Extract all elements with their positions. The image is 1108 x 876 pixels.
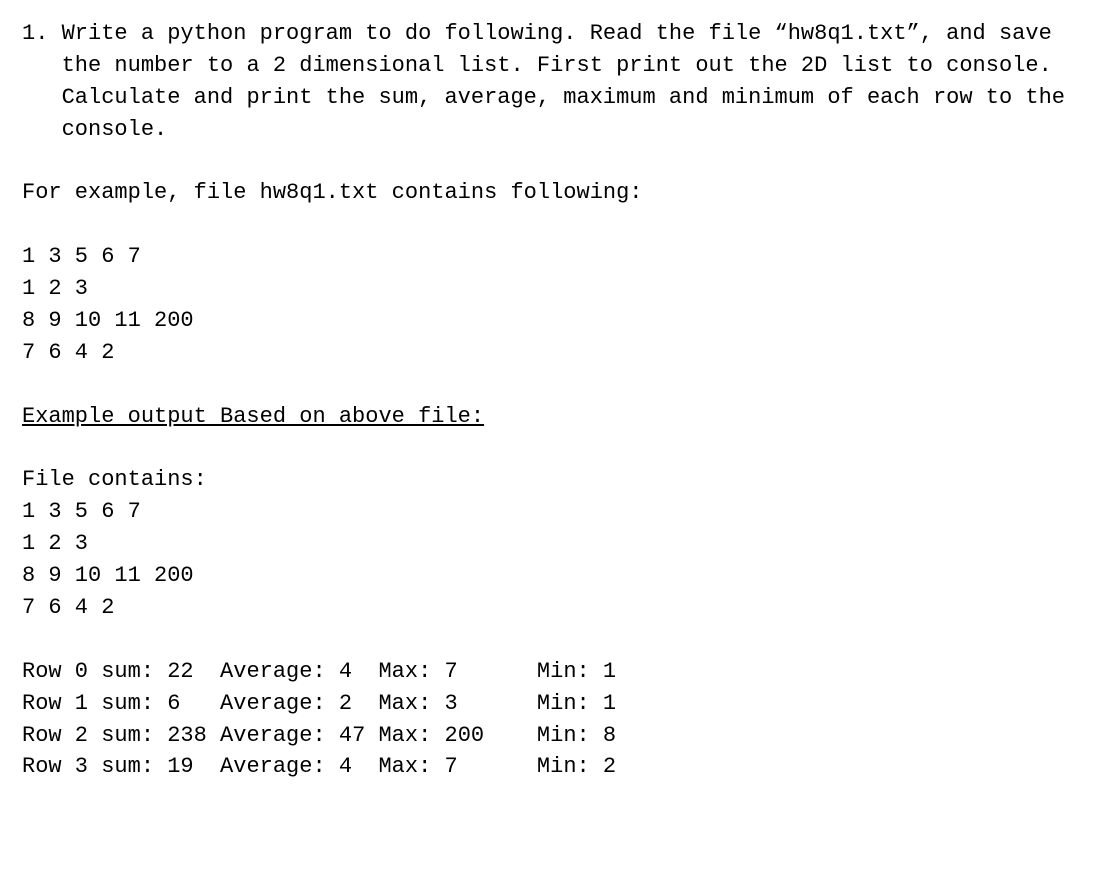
spacer: [22, 624, 1086, 656]
stat-average: Average: 47: [220, 720, 378, 752]
spacer: [22, 433, 1086, 465]
file-input-line: 1 2 3: [22, 273, 1086, 305]
stat-average: Average: 4: [220, 751, 378, 783]
table-row: Row 3 sum: 19 Average: 4 Max: 7 Min: 2: [22, 751, 616, 783]
table-row: Row 2 sum: 238 Average: 47 Max: 200 Min:…: [22, 720, 616, 752]
question-block: 1. Write a python program to do followin…: [22, 18, 1086, 146]
stat-max: Max: 200: [378, 720, 536, 752]
stat-average: Average: 2: [220, 688, 378, 720]
spacer: [22, 146, 1086, 178]
file-contains-label: File contains:: [22, 464, 1086, 496]
file-input-block: 1 3 5 6 7 1 2 3 8 9 10 11 200 7 6 4 2: [22, 241, 1086, 369]
file-output-line: 1 2 3: [22, 528, 1086, 560]
stat-row-sum: Row 1 sum: 6: [22, 688, 220, 720]
stat-max: Max: 7: [378, 751, 536, 783]
stat-min: Min: 8: [537, 720, 616, 752]
stat-row-sum: Row 2 sum: 238: [22, 720, 220, 752]
question-number: 1.: [22, 18, 62, 50]
table-row: Row 1 sum: 6 Average: 2 Max: 3 Min: 1: [22, 688, 616, 720]
example-intro: For example, file hw8q1.txt contains fol…: [22, 177, 1086, 209]
stat-max: Max: 3: [378, 688, 536, 720]
stat-min: Min: 2: [537, 751, 616, 783]
file-input-line: 7 6 4 2: [22, 337, 1086, 369]
file-output-block: 1 3 5 6 7 1 2 3 8 9 10 11 200 7 6 4 2: [22, 496, 1086, 624]
question-text: Write a python program to do following. …: [62, 18, 1086, 146]
stats-table: Row 0 sum: 22 Average: 4 Max: 7 Min: 1 R…: [22, 656, 616, 784]
file-output-line: 8 9 10 11 200: [22, 560, 1086, 592]
table-row: Row 0 sum: 22 Average: 4 Max: 7 Min: 1: [22, 656, 616, 688]
stat-min: Min: 1: [537, 656, 616, 688]
spacer: [22, 369, 1086, 401]
stat-max: Max: 7: [378, 656, 536, 688]
spacer: [22, 209, 1086, 241]
file-input-line: 1 3 5 6 7: [22, 241, 1086, 273]
file-input-line: 8 9 10 11 200: [22, 305, 1086, 337]
stat-row-sum: Row 3 sum: 19: [22, 751, 220, 783]
file-output-line: 7 6 4 2: [22, 592, 1086, 624]
output-heading: Example output Based on above file:: [22, 401, 1086, 433]
stat-average: Average: 4: [220, 656, 378, 688]
stat-min: Min: 1: [537, 688, 616, 720]
file-output-line: 1 3 5 6 7: [22, 496, 1086, 528]
stat-row-sum: Row 0 sum: 22: [22, 656, 220, 688]
